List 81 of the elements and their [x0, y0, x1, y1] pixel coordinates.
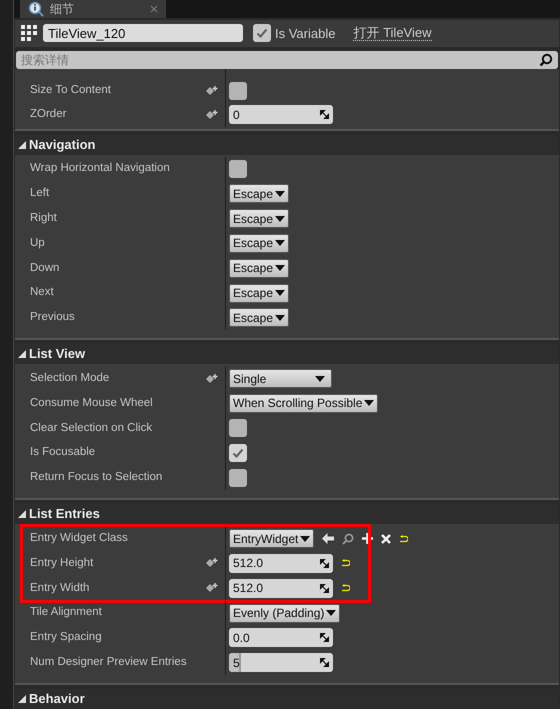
dropdown[interactable]: Escape	[229, 284, 290, 303]
checkbox[interactable]	[229, 160, 247, 178]
caret-icon	[315, 376, 325, 382]
caret-icon	[275, 190, 286, 197]
property-label: Up	[30, 236, 46, 251]
property-label: Entry Width	[30, 580, 90, 596]
left-arrow-icon[interactable]	[322, 533, 334, 544]
dropdown[interactable]: Escape	[229, 234, 290, 253]
check-icon	[232, 447, 244, 460]
binding-icon[interactable]	[205, 582, 219, 594]
resize-icon	[320, 110, 329, 120]
property-label: ZOrder	[30, 107, 68, 122]
property-label: Wrap Horizontal Navigation	[30, 161, 171, 176]
caret-icon	[275, 314, 286, 321]
dropdown[interactable]: When Scrolling Possible	[229, 394, 378, 413]
is-variable-label: Is Variable	[275, 24, 336, 43]
name-field[interactable]: TileView_120	[43, 24, 243, 42]
property-label: Entry Height	[30, 556, 94, 571]
tab-title: 细节	[50, 1, 74, 18]
property-label: Previous	[30, 310, 76, 326]
reset-arrow-icon[interactable]	[341, 559, 350, 568]
property-label: Return Focus to Selection	[30, 470, 164, 486]
caret-icon	[275, 240, 286, 246]
number-field[interactable]: 0	[229, 105, 333, 124]
checkbox[interactable]	[229, 82, 247, 100]
caret-icon	[326, 610, 336, 616]
check-icon	[256, 27, 268, 40]
binding-icon[interactable]	[205, 84, 219, 97]
dropdown[interactable]: Escape	[229, 308, 290, 328]
property-label: Is Focusable	[30, 445, 96, 460]
number-field[interactable]: 512.0	[229, 578, 333, 598]
property-label: Entry Spacing	[30, 630, 103, 646]
binding-icon[interactable]	[205, 372, 219, 385]
checkbox[interactable]	[229, 444, 247, 462]
property-label: Tile Alignment	[30, 605, 103, 620]
info-magnifier-icon	[28, 1, 44, 17]
dropdown[interactable]: Escape	[229, 209, 290, 228]
search-icon	[539, 52, 553, 67]
triangle-icon	[18, 510, 26, 518]
property-label: Right	[30, 211, 58, 226]
dropdown[interactable]: Escape	[229, 184, 290, 204]
resize-icon	[320, 633, 329, 642]
triangle-icon	[18, 695, 26, 703]
triangle-icon	[18, 140, 26, 149]
search-icon[interactable]	[342, 532, 354, 545]
reset-arrow-icon[interactable]	[399, 534, 408, 543]
caret-icon	[275, 265, 286, 272]
property-label: Down	[30, 260, 60, 276]
dropdown[interactable]: Escape	[229, 258, 290, 278]
property-label: Next	[30, 285, 55, 300]
property-label: Clear Selection on Click	[30, 420, 154, 436]
number-field[interactable]: 512.0	[229, 554, 333, 573]
caret-icon	[300, 536, 310, 542]
binding-icon[interactable]	[205, 557, 219, 570]
checkbox[interactable]	[229, 419, 247, 438]
is-variable-checkbox[interactable]	[253, 24, 271, 42]
property-label: Consume Mouse Wheel	[30, 396, 154, 411]
caret-icon	[275, 290, 286, 296]
property-label: Entry Widget Class	[30, 530, 129, 546]
dropdown[interactable]: Single	[229, 369, 332, 388]
resize-icon	[320, 584, 329, 593]
property-label: Left	[30, 186, 50, 202]
binding-icon[interactable]	[205, 108, 219, 121]
class-dropdown[interactable]: EntryWidget	[229, 529, 314, 548]
reset-arrow-icon[interactable]	[341, 584, 350, 592]
caret-icon	[275, 216, 286, 222]
slider-field[interactable]: 5	[229, 653, 333, 672]
checkbox[interactable]	[229, 468, 247, 487]
property-label: Num Designer Preview Entries	[30, 654, 188, 670]
property-label: Size To Content	[30, 83, 112, 98]
property-label: Selection Mode	[30, 371, 110, 386]
details-tab[interactable]: 细节	[20, 0, 166, 18]
plus-icon[interactable]	[362, 533, 374, 544]
dropdown[interactable]: Evenly (Padding)	[229, 604, 340, 622]
caret-icon	[364, 400, 374, 406]
number-field[interactable]: 0.0	[229, 628, 333, 648]
open-link[interactable]: 打开 TileView	[353, 25, 432, 42]
resize-icon	[320, 558, 329, 568]
grid-icon	[21, 25, 37, 42]
resize-icon	[320, 658, 329, 668]
triangle-icon	[18, 350, 26, 358]
